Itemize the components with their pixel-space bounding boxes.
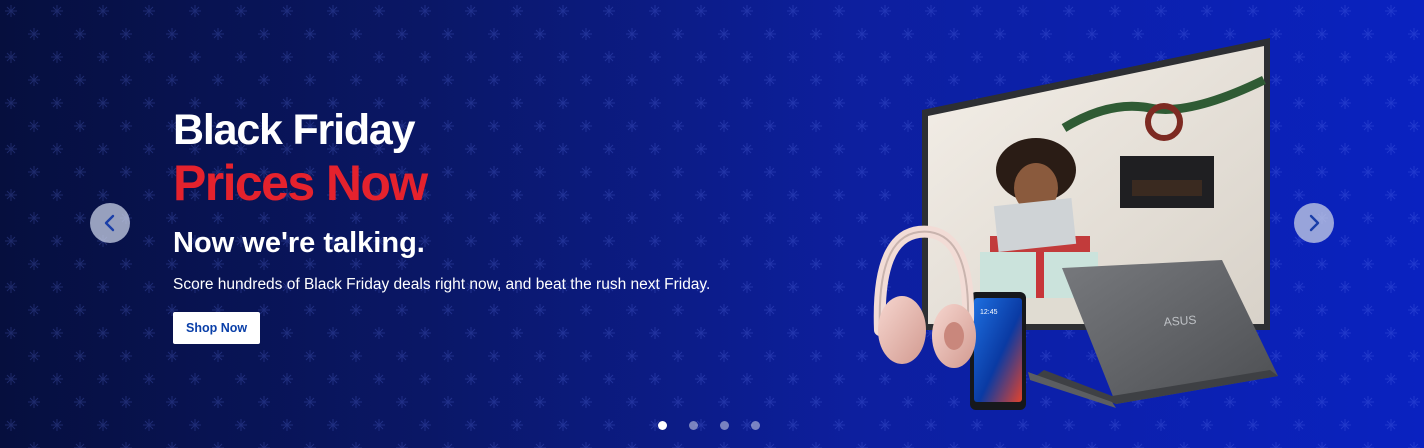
- subheadline: Now we're talking.: [173, 227, 425, 259]
- shop-now-button[interactable]: Shop Now: [173, 312, 261, 344]
- chevron-left-icon: [104, 214, 115, 232]
- carousel-dot-2[interactable]: [689, 421, 698, 430]
- carousel-next-button[interactable]: [1294, 203, 1334, 243]
- carousel-dot-1[interactable]: [658, 421, 667, 430]
- chevron-right-icon: [1309, 214, 1320, 232]
- carousel-dot-4[interactable]: [751, 421, 760, 430]
- laptop-logo: ASUS: [1163, 313, 1197, 329]
- hero-copy: Black Friday Prices Now Now we're talkin…: [173, 106, 813, 344]
- carousel-dots: [658, 421, 760, 430]
- hero-body-text: Score hundreds of Black Friday deals rig…: [173, 276, 711, 293]
- carousel-dot-3[interactable]: [720, 421, 729, 430]
- hero-banner: Black Friday Prices Now Now we're talkin…: [0, 0, 1424, 448]
- headline-prices-now: Prices Now: [173, 155, 428, 211]
- phone-image: 12:45: [970, 292, 1026, 410]
- headline-black-friday: Black Friday: [173, 106, 416, 154]
- product-collage: ASUS 12:45: [873, 38, 1278, 410]
- carousel-prev-button[interactable]: [90, 203, 130, 243]
- phone-time: 12:45: [980, 309, 998, 316]
